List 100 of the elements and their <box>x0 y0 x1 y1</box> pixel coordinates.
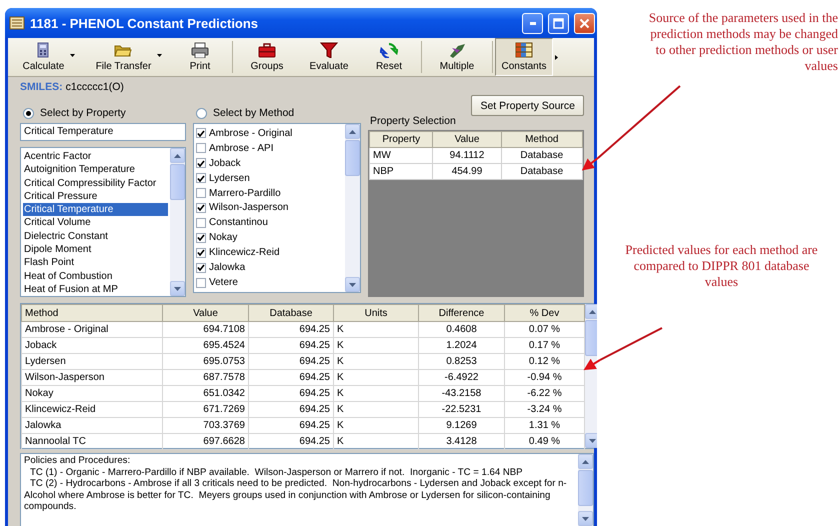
column-header[interactable]: Value <box>432 132 502 148</box>
checkbox[interactable] <box>196 173 206 184</box>
table-cell: 0.4608 <box>418 322 504 338</box>
column-header[interactable]: Method <box>22 304 162 322</box>
property-item[interactable]: Flash Point <box>23 256 168 270</box>
table-cell: Joback <box>22 338 162 354</box>
scroll-thumb[interactable] <box>585 320 597 356</box>
property-item[interactable]: Dielectric Constant <box>23 230 168 244</box>
table-cell: Nannoolal TC <box>22 434 162 450</box>
scroll-thumb[interactable] <box>578 470 593 506</box>
window-title: 1181 - PHENOL Constant Predictions <box>30 16 260 30</box>
scroll-up-button[interactable] <box>345 124 360 139</box>
policy-heading: Policies and Procedures: <box>24 455 132 466</box>
column-header[interactable]: Units <box>334 304 418 322</box>
table-cell: 651.0342 <box>162 386 248 402</box>
column-header[interactable]: Value <box>162 304 248 322</box>
property-list[interactable] <box>20 147 186 297</box>
property-item[interactable]: Critical Pressure <box>23 190 168 204</box>
policy-text: TC (1) - Organic - Marrero-Pardillo if NBP available. Wilson-Jasperson or Marrero if not. Inorganic - TC = 1.64 NBP <box>29 466 524 478</box>
checkbox[interactable] <box>196 262 206 273</box>
funnel-icon <box>320 42 338 58</box>
scroll-up-button[interactable] <box>578 454 593 469</box>
toolbar-button[interactable]: Multiple <box>424 38 490 76</box>
check-icon <box>197 204 205 212</box>
checkbox[interactable] <box>196 143 206 154</box>
scroll-up-button[interactable] <box>170 148 185 163</box>
scroll-up-button[interactable] <box>585 304 597 319</box>
table-cell: K <box>334 370 418 386</box>
method-label: Nokay <box>209 232 238 244</box>
table-cell: K <box>334 402 418 418</box>
toolbar-button[interactable]: File Transfer <box>88 38 170 76</box>
minimize-icon <box>530 22 536 24</box>
checkbox[interactable] <box>196 232 206 243</box>
property-item[interactable]: Acentric Factor <box>23 150 168 164</box>
toolbar-button[interactable]: Groups <box>235 38 299 76</box>
maximize-button[interactable] <box>548 12 569 34</box>
scrollbar[interactable] <box>585 304 597 448</box>
policy-text: TC (2) - Hydrocarbons - Ambrose if all 3 criticals need to be predicted. Non-hydrocarbons - Lydersen and Joback except for n-Alcohol where Ambrose is better for TC. Meyers groups used in conjunction with Ambrose or Lydersen for silicon-containing compounds. <box>24 478 568 512</box>
dropdown-caret-icon <box>157 54 162 56</box>
scrollbar[interactable] <box>170 148 185 296</box>
property-item[interactable]: Critical Compressibility Factor <box>23 176 168 190</box>
toolbar-button[interactable]: Calculate <box>10 38 88 76</box>
scroll-down-button[interactable] <box>170 281 185 296</box>
column-header[interactable]: % Dev <box>504 304 584 322</box>
up-arrow-icon <box>589 310 596 314</box>
method-label: Vetere <box>209 277 238 288</box>
table-cell: Wilson-Jasperson <box>22 370 162 386</box>
method-label: Ambrose - API <box>209 142 274 154</box>
method-list[interactable]: Ambrose - Original Ambrose - API Joback Lydersen Marrero-Pardillo Wilson-Jasperson Constantinou Nokay Klincewicz-Reid Jalowka Vetere <box>193 123 361 293</box>
table-cell: Database <box>501 164 582 180</box>
property-item[interactable]: Critical Volume <box>23 216 168 230</box>
property-item[interactable]: Heat of Fusion at MP <box>23 282 168 296</box>
checkbox[interactable] <box>196 188 206 198</box>
toolbox-icon <box>258 42 276 58</box>
scrollbar[interactable] <box>345 124 360 292</box>
scroll-down-button[interactable] <box>585 433 597 448</box>
table-cell: 3.4128 <box>418 434 504 450</box>
printer-icon <box>191 42 209 58</box>
set-property-source-button[interactable]: Set Property Source <box>471 95 584 116</box>
checkbox[interactable] <box>196 218 206 228</box>
scroll-thumb[interactable] <box>170 164 185 200</box>
checkbox[interactable] <box>196 128 206 138</box>
property-field[interactable]: Critical Temperature <box>20 123 186 141</box>
column-header[interactable]: Property <box>370 132 433 148</box>
property-item[interactable]: Autoignition Temperature <box>23 163 168 177</box>
checkbox[interactable] <box>196 248 206 258</box>
toolbar-button[interactable]: Reset <box>359 38 419 76</box>
scroll-down-button[interactable] <box>345 277 360 292</box>
column-header[interactable]: Method <box>501 132 582 148</box>
app-icon <box>9 15 25 31</box>
scroll-thumb[interactable] <box>345 140 360 176</box>
toolbar-button[interactable]: Print <box>170 38 230 76</box>
checkbox[interactable] <box>196 278 206 288</box>
table-cell: Ambrose - Original <box>22 322 162 338</box>
up-arrow-icon <box>174 154 181 158</box>
table-cell: 694.25 <box>248 402 334 418</box>
minimize-button[interactable] <box>522 12 543 34</box>
table-cell: 694.25 <box>248 418 334 434</box>
table-cell: 697.6628 <box>162 434 248 450</box>
column-header[interactable]: Difference <box>418 304 504 322</box>
annotation-text: Predicted values for each method are compared to DIPPR 801 database values <box>624 242 819 290</box>
property-item[interactable]: Heat of Combustion <box>23 270 168 283</box>
scrollbar[interactable] <box>578 454 593 526</box>
close-icon <box>579 18 590 28</box>
table-cell: 694.25 <box>248 322 334 338</box>
table-cell: K <box>334 434 418 450</box>
close-button[interactable] <box>574 12 595 34</box>
toolbar-button[interactable]: Constants <box>495 38 553 76</box>
toolbar-button[interactable]: Evaluate <box>299 38 359 76</box>
checkbox[interactable] <box>196 158 206 168</box>
property-item[interactable]: Dipole Moment <box>23 243 168 256</box>
checkbox[interactable] <box>196 202 206 213</box>
table-cell: 687.7578 <box>162 370 248 386</box>
table-cell: Database <box>501 148 582 164</box>
property-item[interactable]: Critical Temperature <box>23 203 168 216</box>
scroll-down-button[interactable] <box>578 511 593 526</box>
radio-button[interactable]: Select by Method <box>193 105 361 121</box>
radio-button[interactable]: Select by Property <box>20 105 186 121</box>
table-cell: 694.25 <box>248 338 334 354</box>
column-header[interactable]: Database <box>248 304 334 322</box>
